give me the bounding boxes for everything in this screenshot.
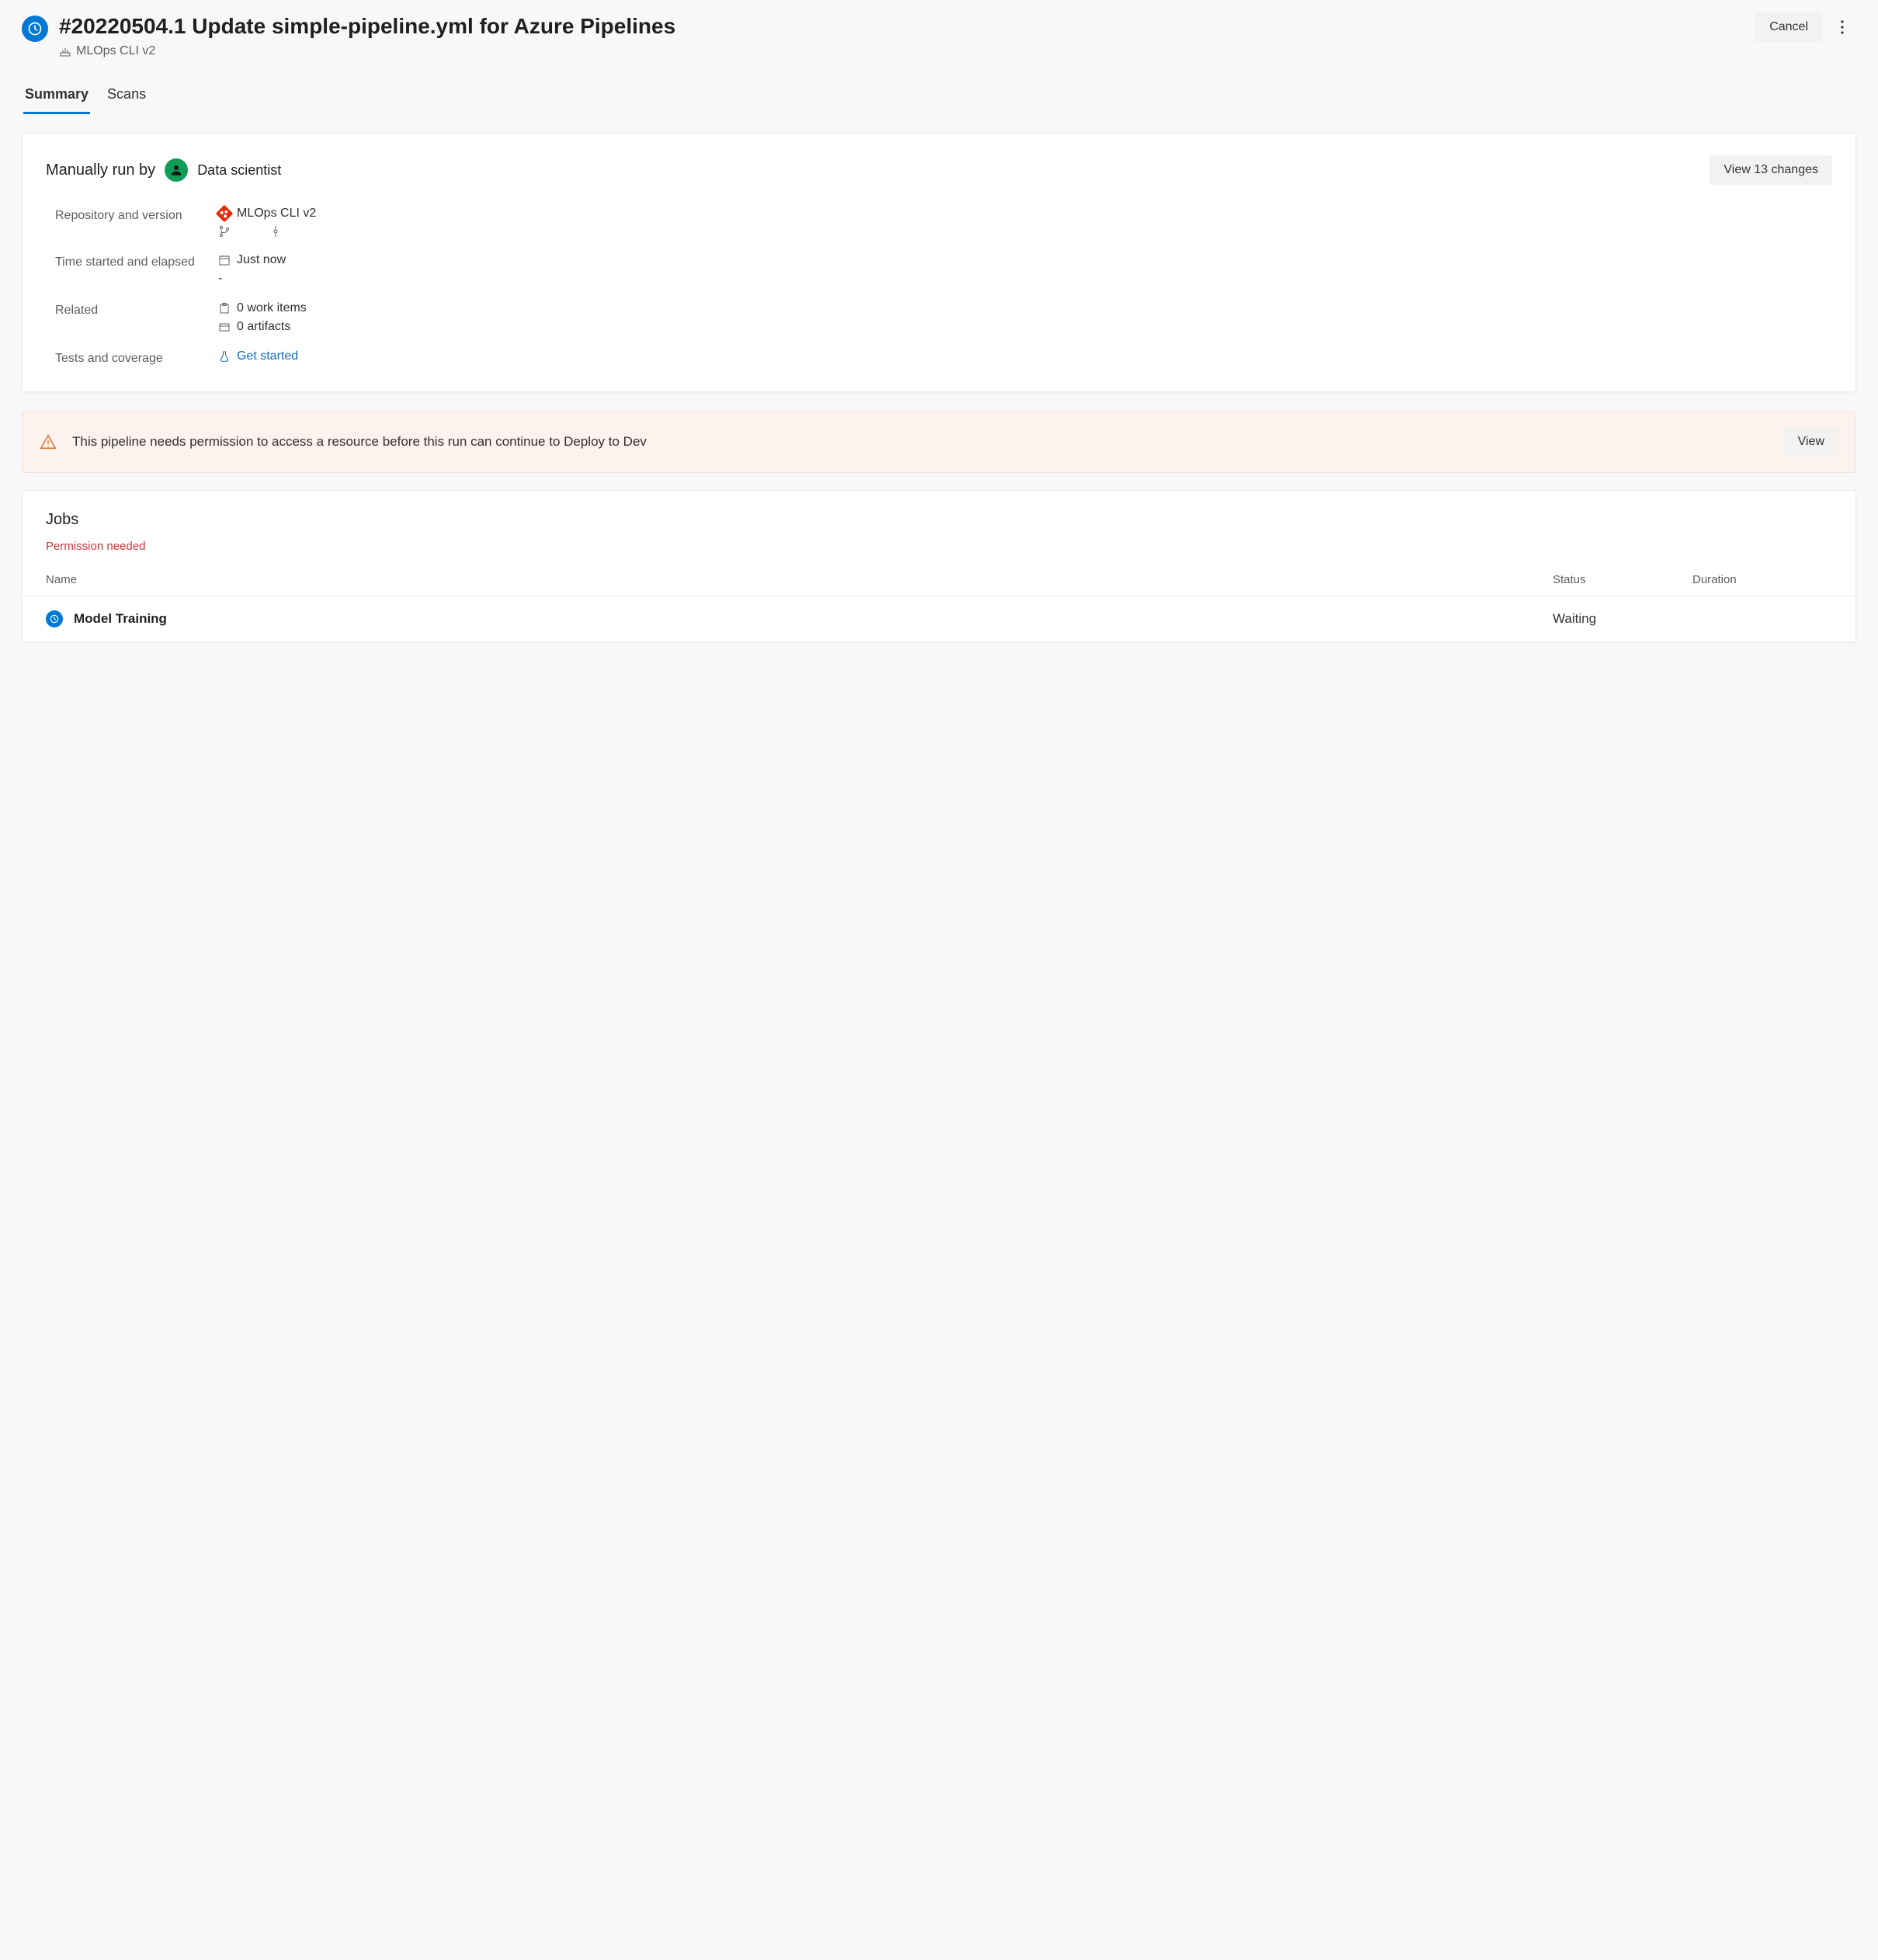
jobs-card: Jobs Permission needed Name Status Durat…	[22, 490, 1856, 642]
jobs-col-duration: Duration	[1692, 573, 1832, 586]
related-label: Related	[55, 301, 203, 334]
jobs-col-name: Name	[46, 573, 1553, 586]
warning-text: This pipeline needs permission to access…	[72, 432, 1769, 452]
package-icon	[218, 321, 231, 333]
warning-icon	[40, 433, 57, 450]
time-started: Just now	[237, 253, 286, 267]
pipeline-name: MLOps CLI v2	[76, 44, 155, 58]
view-changes-button[interactable]: View 13 changes	[1710, 155, 1832, 185]
tests-label: Tests and coverage	[55, 349, 203, 368]
view-permission-button[interactable]: View	[1784, 427, 1838, 457]
time-elapsed: -	[218, 272, 1832, 286]
git-icon	[216, 205, 234, 223]
job-status: Waiting	[1553, 611, 1692, 627]
permission-needed-text: Permission needed	[46, 540, 1832, 553]
permission-warning: This pipeline needs permission to access…	[22, 411, 1856, 473]
run-status-icon	[22, 16, 48, 42]
job-name: Model Training	[74, 611, 167, 627]
tabs: Summary Scans	[23, 80, 1856, 114]
beaker-icon	[218, 350, 231, 363]
run-title: #20220504.1 Update simple-pipeline.yml f…	[59, 12, 1744, 40]
summary-card: Manually run by Data scientist View 13 c…	[22, 133, 1856, 392]
page-header: #20220504.1 Update simple-pipeline.yml f…	[22, 12, 1856, 58]
work-items[interactable]: 0 work items	[237, 301, 307, 315]
more-actions-button[interactable]	[1828, 13, 1856, 41]
artifacts[interactable]: 0 artifacts	[237, 320, 290, 334]
jobs-title: Jobs	[46, 511, 1832, 529]
clipboard-icon	[218, 302, 231, 315]
jobs-col-status: Status	[1553, 573, 1692, 586]
cancel-button[interactable]: Cancel	[1755, 12, 1822, 42]
avatar	[165, 158, 188, 182]
tab-scans[interactable]: Scans	[106, 80, 148, 114]
repo-value[interactable]: MLOps CLI v2	[237, 207, 316, 221]
branch-icon[interactable]	[218, 225, 231, 238]
calendar-icon	[218, 254, 231, 266]
repo-label: Repository and version	[55, 207, 203, 238]
run-by-label: Manually run by	[46, 162, 155, 179]
time-label: Time started and elapsed	[55, 253, 203, 286]
jobs-row[interactable]: Model Training Waiting	[23, 596, 1855, 641]
tests-get-started-link[interactable]: Get started	[237, 349, 298, 363]
more-vertical-icon	[1841, 20, 1844, 34]
run-by-user: Data scientist	[197, 162, 281, 179]
job-status-icon	[46, 610, 63, 627]
tab-summary[interactable]: Summary	[23, 80, 90, 114]
commit-icon[interactable]	[269, 225, 282, 238]
pipeline-icon	[59, 45, 71, 57]
